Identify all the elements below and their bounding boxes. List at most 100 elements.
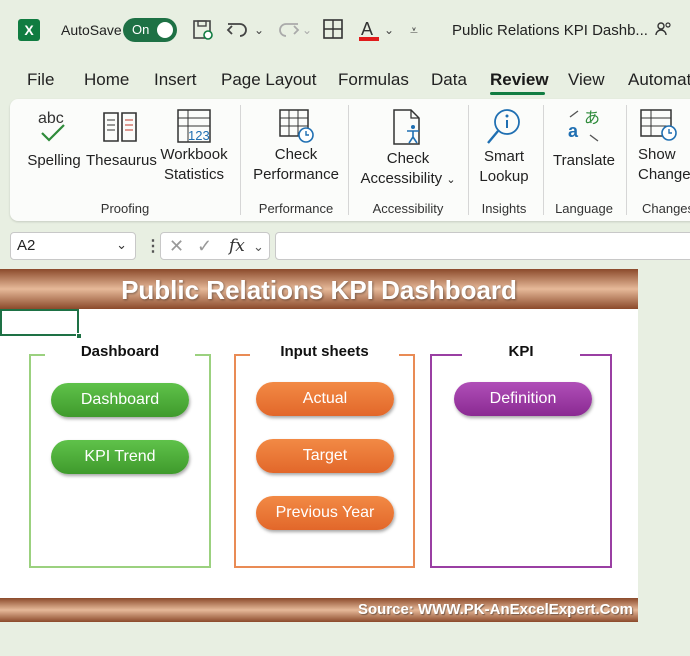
title-bar: X AutoSave On ⌄ ⌄ A ⌄ ⩡ Public Relations… <box>0 0 690 62</box>
redo-icon[interactable] <box>274 18 300 48</box>
toggle-label: On <box>132 22 150 37</box>
show-changes-label-1: Show <box>638 146 676 163</box>
spelling-label: Spelling <box>27 152 81 169</box>
customize-toolbar-icon[interactable]: ⩡ <box>410 18 418 42</box>
translate-button[interactable]: a あ Translate <box>548 107 620 171</box>
tab-file[interactable]: File <box>27 70 54 90</box>
enter-check-icon[interactable]: ✓ <box>197 236 212 257</box>
tab-automate[interactable]: Automat <box>628 70 690 90</box>
smart-lookup-button[interactable]: Smart Lookup <box>472 107 536 187</box>
tab-home[interactable]: Home <box>84 70 129 90</box>
undo-dropdown-icon[interactable]: ⌄ <box>254 18 264 42</box>
translate-icon: a あ <box>568 108 600 142</box>
check-accessibility-label-1: Check <box>386 150 430 167</box>
previous-year-button[interactable]: Previous Year <box>256 496 394 530</box>
source-text: Source: WWW.PK-AnExcelExpert.Com <box>357 601 633 618</box>
group-changes: Changes <box>642 201 690 216</box>
chevron-down-icon[interactable]: ⌄ <box>253 239 264 255</box>
redo-dropdown-icon[interactable]: ⌄ <box>302 18 312 42</box>
autosave-toggle[interactable]: On <box>123 18 177 42</box>
group-language: Language <box>555 201 613 216</box>
book-icon <box>103 112 137 142</box>
separator <box>240 105 241 215</box>
target-button[interactable]: Target <box>256 439 394 473</box>
group-performance: Performance <box>258 201 334 216</box>
svg-text:abc: abc <box>38 110 64 127</box>
input-sheets-panel: Input sheets Actual Target Previous Year <box>234 343 415 568</box>
smart-lookup-icon <box>487 109 520 144</box>
insert-function-icon[interactable]: fx <box>229 236 245 256</box>
borders-icon[interactable] <box>322 18 344 46</box>
active-tab-indicator <box>490 92 545 95</box>
group-proofing: Proofing <box>100 201 150 216</box>
check-performance-icon <box>279 109 314 143</box>
formula-buttons: ✕ ✓ fx ⌄ <box>160 232 270 260</box>
undo-icon[interactable] <box>226 18 252 48</box>
fill-handle[interactable] <box>76 333 82 339</box>
thesaurus-label: Thesaurus <box>86 152 157 169</box>
ribbon: abc Spelling Thesaurus 123 Workbook Stat… <box>10 99 690 221</box>
group-insights: Insights <box>481 201 527 216</box>
share-people-icon[interactable] <box>655 20 673 43</box>
workbook-statistics-icon: 123 <box>177 109 211 143</box>
tab-page-layout[interactable]: Page Layout <box>221 70 316 90</box>
accessibility-icon <box>393 109 420 145</box>
check-performance-label-1: Check <box>274 146 318 163</box>
ribbon-tabs: File Home Insert Page Layout Formulas Da… <box>0 66 690 96</box>
show-changes-icon <box>640 109 677 141</box>
tab-review[interactable]: Review <box>490 70 549 90</box>
separator <box>468 105 469 215</box>
smart-lookup-label-2: Lookup <box>479 168 529 185</box>
tab-insert[interactable]: Insert <box>154 70 197 90</box>
dashboard-title: Public Relations KPI Dashboard <box>121 275 517 305</box>
font-color-dropdown-icon[interactable]: ⌄ <box>384 18 394 42</box>
check-performance-button[interactable]: Check Performance <box>248 107 344 185</box>
show-changes-button[interactable]: Show Changes <box>630 107 690 185</box>
worksheet: Public Relations KPI Dashboard Dashboard… <box>0 269 638 622</box>
tab-data[interactable]: Data <box>431 70 467 90</box>
formula-input[interactable] <box>275 232 690 260</box>
tab-view[interactable]: View <box>568 70 605 90</box>
svg-text:A: A <box>361 19 373 39</box>
more-options-icon[interactable]: ⋮ <box>145 236 161 256</box>
kpi-trend-button[interactable]: KPI Trend <box>51 440 189 474</box>
svg-text:123: 123 <box>188 128 210 143</box>
definition-button[interactable]: Definition <box>454 382 592 416</box>
font-color-icon[interactable]: A <box>358 18 380 48</box>
spelling-icon: abc <box>38 110 65 142</box>
dashboard-button[interactable]: Dashboard <box>51 383 189 417</box>
workbook-statistics-label-2: Statistics <box>163 166 224 183</box>
dashboard-header: Public Relations KPI Dashboard <box>0 269 638 309</box>
separator <box>543 105 544 215</box>
check-accessibility-label-2: Accessibility <box>360 170 443 187</box>
name-box[interactable]: A2 ⌄ <box>10 232 136 260</box>
chevron-down-icon: ⌄ <box>446 174 456 186</box>
actual-button[interactable]: Actual <box>256 382 394 416</box>
separator <box>348 105 349 215</box>
excel-logo-icon: X <box>18 19 40 41</box>
dashboard-panel: Dashboard Dashboard KPI Trend <box>29 343 211 568</box>
dashboard-panel-title: Dashboard <box>80 343 160 360</box>
check-performance-label-2: Performance <box>253 166 339 183</box>
show-changes-label-2: Changes <box>638 166 690 183</box>
group-accessibility: Accessibility <box>372 201 444 216</box>
workbook-statistics-button[interactable]: 123 Workbook Statistics <box>156 107 232 185</box>
autosave-label: AutoSave <box>61 22 122 38</box>
translate-label: Translate <box>553 152 615 169</box>
svg-text:あ: あ <box>584 108 600 127</box>
workbook-statistics-label-1: Workbook <box>160 146 228 163</box>
separator <box>626 105 627 215</box>
svg-text:a: a <box>568 121 579 141</box>
toggle-knob <box>157 22 173 38</box>
thesaurus-button[interactable]: Thesaurus <box>86 107 157 171</box>
input-sheets-panel-title: Input sheets <box>280 343 369 360</box>
check-accessibility-button[interactable]: Check Accessibility ⌄ <box>354 107 462 190</box>
kpi-panel-title: KPI <box>508 343 534 360</box>
document-title: Public Relations KPI Dashb... <box>452 22 648 39</box>
chevron-down-icon: ⌄ <box>116 237 127 252</box>
tab-formulas[interactable]: Formulas <box>338 70 409 90</box>
save-icon[interactable] <box>191 18 215 48</box>
cancel-icon[interactable]: ✕ <box>169 236 184 257</box>
spelling-button[interactable]: abc Spelling <box>22 107 86 171</box>
selected-cell[interactable] <box>0 309 79 336</box>
